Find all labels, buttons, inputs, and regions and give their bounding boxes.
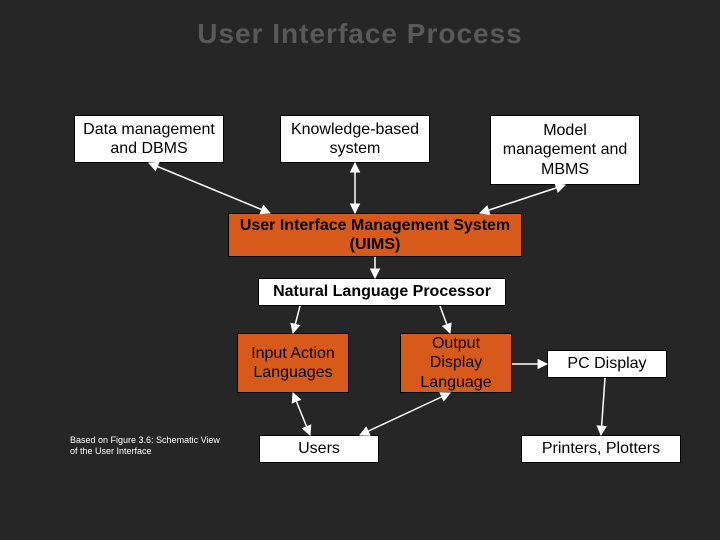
box-input-lang: Input Action Languages — [237, 333, 349, 393]
figure-caption: Based on Figure 3.6: Schematic View of t… — [70, 435, 220, 457]
box-model-mgmt: Model management and MBMS — [490, 115, 640, 185]
slide-title: User Interface Process — [0, 0, 720, 50]
box-pc-display: PC Display — [547, 350, 667, 378]
box-data-mgmt: Data management and DBMS — [74, 115, 224, 163]
box-printers: Printers, Plotters — [521, 435, 681, 463]
box-kbs: Knowledge-based system — [280, 115, 430, 163]
box-nlp: Natural Language Processor — [258, 278, 506, 306]
box-uims: User Interface Management System (UIMS) — [228, 213, 522, 257]
box-output-lang: Output Display Language — [400, 333, 512, 393]
box-users: Users — [259, 435, 379, 463]
